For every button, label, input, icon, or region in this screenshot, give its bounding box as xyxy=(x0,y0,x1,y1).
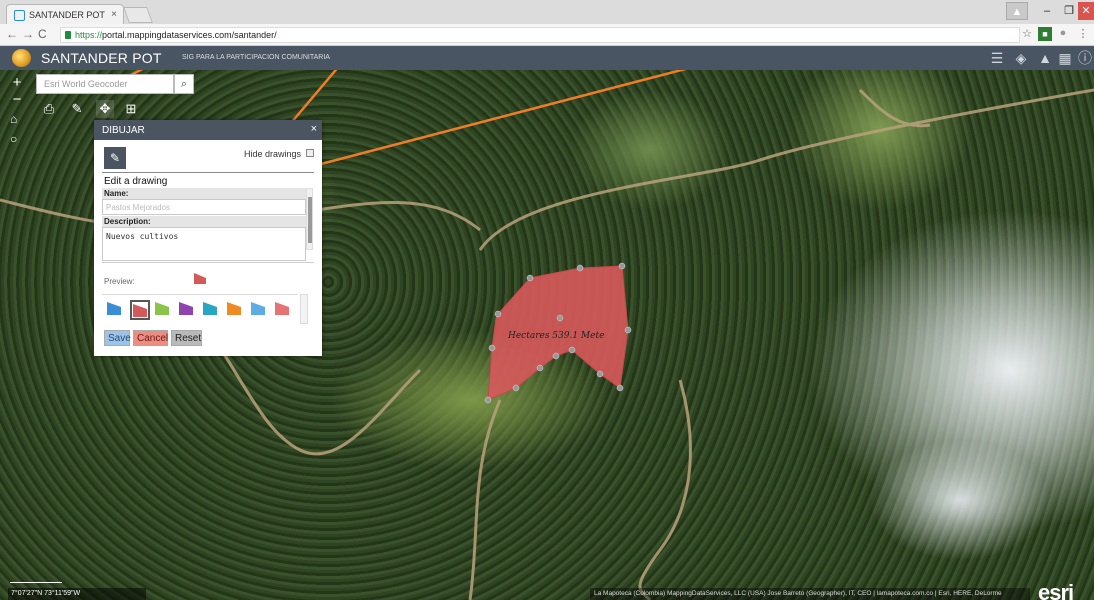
divider xyxy=(102,172,314,173)
legend-icon[interactable]: ▲ xyxy=(1036,49,1054,67)
menu-icon[interactable]: ⋮ xyxy=(1076,27,1090,41)
scrollbar-thumb[interactable] xyxy=(308,197,312,243)
user-icon[interactable]: ▲ xyxy=(1006,2,1028,20)
edit-title: Edit a drawing xyxy=(104,176,168,187)
swatch-0[interactable] xyxy=(106,300,126,320)
description-label: Description: xyxy=(102,216,306,227)
zoom-control: + − xyxy=(8,74,26,108)
name-input[interactable]: Pastos Mejorados xyxy=(102,199,306,215)
url-text: portal.mappingdataservices.com/santander… xyxy=(102,30,277,40)
swatch-2[interactable] xyxy=(154,300,174,320)
browser-tabstrip: SANTANDER POT × ▲ – ❐ ✕ xyxy=(0,0,1094,24)
scale-bar xyxy=(10,580,62,583)
hide-drawings-label: Hide drawings xyxy=(244,149,302,159)
name-label: Name: xyxy=(102,188,306,199)
app-logo xyxy=(12,49,31,67)
swatch-shape xyxy=(155,302,169,315)
reload-icon[interactable]: C xyxy=(38,27,47,41)
pencil-icon[interactable]: ✎ xyxy=(68,100,86,118)
divider xyxy=(102,262,314,263)
back-icon[interactable]: ← xyxy=(6,27,18,41)
minimize-button[interactable]: – xyxy=(1036,2,1058,20)
print-icon[interactable]: ⎙ xyxy=(40,100,58,118)
extension-icon[interactable]: ■ xyxy=(1038,27,1052,41)
layers-icon[interactable]: ◈ xyxy=(1012,49,1030,67)
panel-close-icon[interactable]: × xyxy=(311,123,317,135)
info-icon[interactable]: ⓘ xyxy=(1076,49,1094,67)
symbol-swatches xyxy=(102,294,298,322)
new-tab-button[interactable] xyxy=(123,7,153,23)
swatch-shape xyxy=(179,302,193,315)
road xyxy=(468,399,502,600)
road xyxy=(638,379,692,600)
draw-pencil-button[interactable]: ✎ xyxy=(104,147,126,169)
maximize-button[interactable]: ❐ xyxy=(1058,2,1080,20)
home-icon[interactable]: ⌂ xyxy=(10,112,17,126)
browser-toolbar: ← → C https://portal.mappingdataservices… xyxy=(0,24,1094,46)
swatch-5[interactable] xyxy=(226,300,246,320)
road xyxy=(478,88,1094,251)
road xyxy=(858,88,931,128)
cancel-button[interactable]: Cancel xyxy=(133,330,168,346)
draw-panel: DIBUJAR × ✎ Hide drawings Edit a drawing… xyxy=(94,120,322,356)
map-view[interactable]: Hectares 539.1 Mete + − Esri World Geoco… xyxy=(0,70,1094,600)
reset-button[interactable]: Reset xyxy=(171,330,202,346)
measure-icon[interactable]: ⊞ xyxy=(122,100,140,118)
star-icon[interactable]: ☆ xyxy=(1020,27,1034,41)
swatch-1[interactable] xyxy=(130,300,150,320)
swatch-3[interactable] xyxy=(178,300,198,320)
app-title: SANTANDER POT xyxy=(41,50,162,66)
search-icon[interactable]: ⌕ xyxy=(174,74,194,94)
preview-shape xyxy=(194,273,206,284)
swatch-7[interactable] xyxy=(274,300,294,320)
draw-tool-icon[interactable]: ✥ xyxy=(96,100,114,118)
swatch-shape xyxy=(203,302,217,315)
tab-title: SANTANDER POT xyxy=(29,10,105,20)
hide-drawings-checkbox[interactable] xyxy=(306,149,314,157)
swatch-shape xyxy=(133,304,147,317)
form-scrollbar[interactable] xyxy=(306,188,313,250)
swatch-shape xyxy=(227,302,241,315)
zoom-out-button[interactable]: − xyxy=(8,91,26,108)
locate-icon[interactable]: ○ xyxy=(10,132,17,146)
esri-logo: esri xyxy=(1038,580,1074,600)
swatch-6[interactable] xyxy=(250,300,270,320)
forward-icon[interactable]: → xyxy=(22,27,34,41)
lock-icon xyxy=(65,31,71,39)
url-scheme: https:// xyxy=(75,30,103,40)
swatch-4[interactable] xyxy=(202,300,222,320)
swatch-shape xyxy=(275,302,289,315)
zoom-in-button[interactable]: + xyxy=(8,74,26,91)
panel-title: DIBUJAR xyxy=(102,125,145,136)
grid-icon[interactable]: ▦ xyxy=(1056,49,1074,67)
attribution: La Mapoteca (Colombia) MappingDataServic… xyxy=(590,588,1030,600)
address-bar[interactable]: https://portal.mappingdataservices.com/s… xyxy=(60,27,1020,43)
app-header: SANTANDER POT SIG PARA LA PARTICIPACION … xyxy=(0,46,1094,70)
swatch-shape xyxy=(251,302,265,315)
extension-gray-icon[interactable]: ● xyxy=(1056,27,1070,41)
list-icon[interactable]: ☰ xyxy=(988,49,1006,67)
save-button[interactable]: Save xyxy=(104,330,131,346)
description-textarea[interactable]: Nuevos cultivos xyxy=(102,227,306,261)
panel-header: DIBUJAR × xyxy=(94,120,322,140)
geocoder-input[interactable]: Esri World Geocoder xyxy=(36,74,174,94)
close-window-button[interactable]: ✕ xyxy=(1078,2,1094,20)
app-subtitle: SIG PARA LA PARTICIPACION COMUNITARIA xyxy=(182,54,330,61)
swatch-shape xyxy=(107,302,121,315)
preview-label: Preview: xyxy=(104,277,135,286)
coordinates-readout: 7°07'27"N 73°11'59"W xyxy=(8,588,146,600)
swatch-scrollbar[interactable] xyxy=(300,294,308,324)
browser-tab[interactable]: SANTANDER POT × xyxy=(6,4,124,24)
measure-label: Hectares 539.1 Mete xyxy=(507,331,604,341)
globe-icon xyxy=(14,10,25,21)
close-tab-icon[interactable]: × xyxy=(111,9,117,20)
